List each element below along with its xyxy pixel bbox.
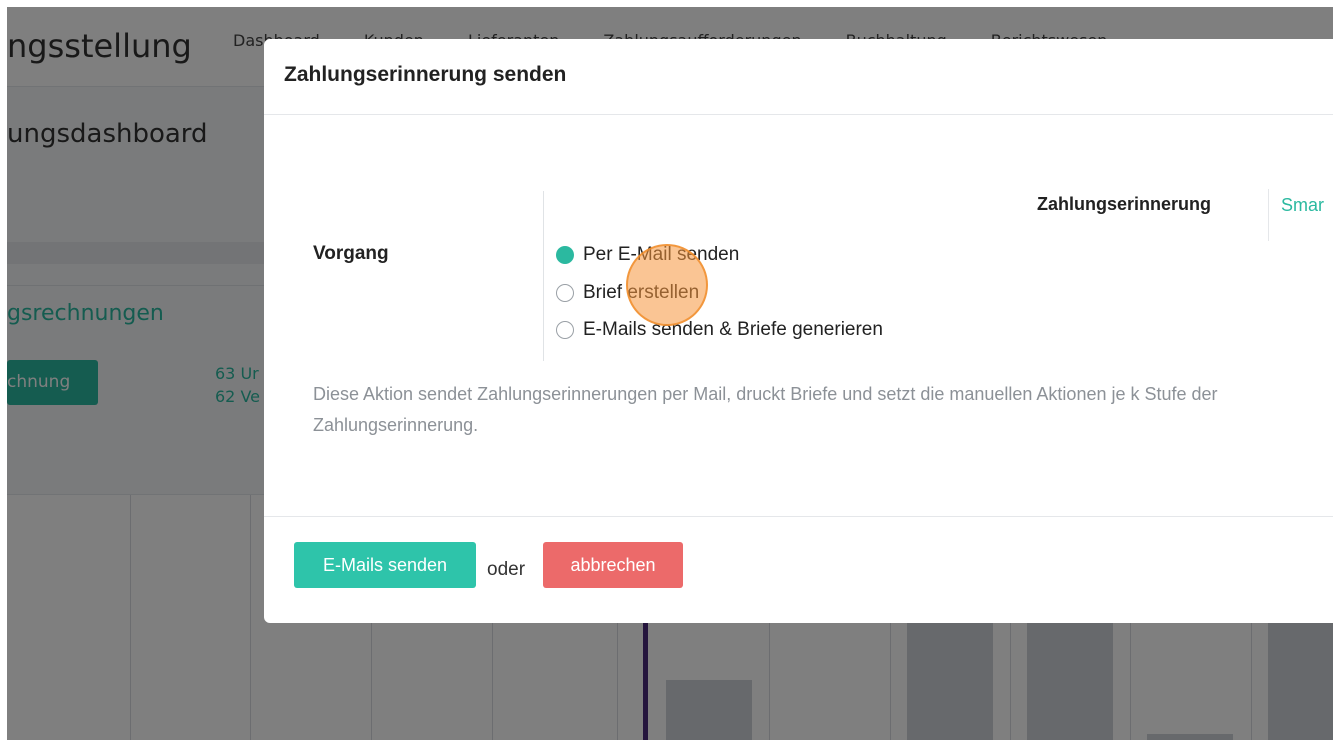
field-label-vorgang: Vorgang <box>313 243 389 264</box>
option-label: Brief erstellen <box>583 282 700 303</box>
option-label: E-Mails senden & Briefe generieren <box>583 319 883 340</box>
radio-button[interactable] <box>556 321 574 339</box>
option-letter[interactable]: Brief erstellen <box>556 282 699 304</box>
option-email[interactable]: Per E-Mail senden <box>556 244 739 266</box>
option-label: Per E-Mail senden <box>583 244 740 265</box>
cancel-button[interactable]: abbrechen <box>543 542 683 588</box>
field-divider <box>543 191 544 361</box>
radio-button[interactable] <box>556 284 574 302</box>
tab-smart[interactable]: Smar <box>1281 195 1324 216</box>
or-label: oder <box>487 559 526 580</box>
dialog-header: Zahlungserinnerung senden <box>264 39 1333 115</box>
tab-separator <box>1268 189 1269 241</box>
dialog-title: Zahlungserinnerung senden <box>284 63 567 86</box>
radio-button-checked[interactable] <box>556 246 574 264</box>
send-emails-button[interactable]: E-Mails senden <box>294 542 476 588</box>
dialog-footer: E-Mails senden oder abbrechen <box>264 516 1333 623</box>
action-description: Diese Aktion sendet Zahlungserinnerungen… <box>313 384 1218 435</box>
tab-zahlungserinnerung[interactable]: Zahlungserinnerung <box>1037 194 1211 215</box>
payment-reminder-dialog: Zahlungserinnerung senden Zahlungserinne… <box>264 39 1333 623</box>
option-email-and-letter[interactable]: E-Mails senden & Briefe generieren <box>556 319 883 341</box>
